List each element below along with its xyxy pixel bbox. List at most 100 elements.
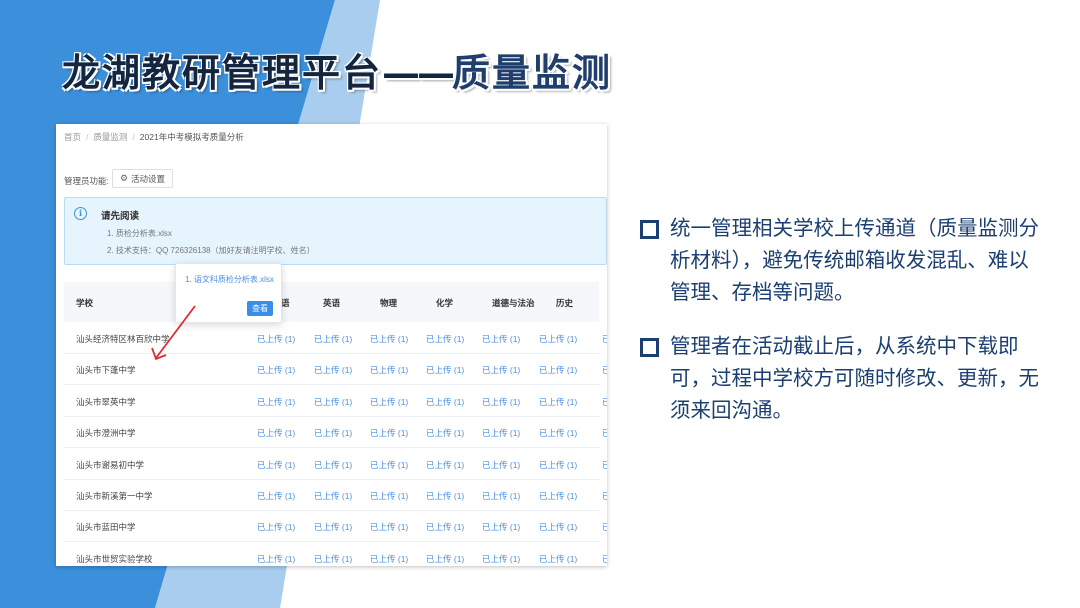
header-chinese-partial: 语: [281, 298, 290, 308]
upload-status-link[interactable]: 已上传 (1): [602, 459, 607, 471]
breadcrumb-current: 2021年中考模拟考质量分析: [139, 132, 244, 142]
upload-status-link[interactable]: 已上传 (1): [602, 364, 607, 376]
activity-settings-button[interactable]: ⚙ 活动设置: [112, 169, 173, 188]
upload-status-link[interactable]: 已上传 (1): [314, 521, 352, 533]
upload-status-link[interactable]: 已上传 (1): [257, 364, 295, 376]
upload-status-link[interactable]: 已上传 (1): [602, 521, 607, 533]
upload-status-link[interactable]: 已上传 (1): [314, 490, 352, 502]
activity-settings-label: 活动设置: [131, 173, 166, 184]
upload-status-link[interactable]: 已上传 (1): [314, 396, 352, 408]
school-name: 汕头市新溪第一中学: [76, 491, 153, 501]
red-arrow-annotation: [151, 305, 196, 361]
upload-status-link[interactable]: 已上传 (1): [539, 521, 577, 533]
upload-status-link[interactable]: 已上传 (1): [314, 333, 352, 345]
upload-status-link[interactable]: 已上传 (1): [539, 553, 577, 565]
school-name: 汕头市下蓬中学: [76, 365, 136, 376]
table-row: 汕头经济特区林百欣中学 已上传 (1) 已上传 (1) 已上传 (1) 已上传 (1) 已…: [64, 322, 607, 354]
slide-title: 龙湖教研管理平台——质量监测: [62, 42, 612, 97]
upload-status-link[interactable]: 已上传 (1): [370, 553, 408, 565]
upload-status-link[interactable]: 已上传 (1): [257, 459, 295, 471]
bullet-item: 管理者在活动截止后，从系统中下载即可，过程中学校方可随时修改、更新，无须来回沟通…: [640, 330, 1040, 426]
upload-status-link[interactable]: 已上传 (1): [482, 333, 520, 345]
school-name: 汕头市蓝田中学: [76, 522, 136, 533]
upload-status-link[interactable]: 已上传 (1): [314, 427, 352, 439]
admin-label: 管理员功能:: [64, 176, 109, 186]
upload-status-link[interactable]: 已上传 (1): [370, 427, 408, 439]
bullet-item: 统一管理相关学校上传通道（质量监测分析材料），避免传统邮箱收发混乱、难以管理、存…: [640, 212, 1040, 308]
upload-status-link[interactable]: 已上传 (1): [602, 333, 607, 345]
table-row: 汕头市翠英中学 已上传 (1) 已上传 (1) 已上传 (1) 已上传 (1) 已上传 (…: [64, 385, 607, 417]
upload-status-link[interactable]: 已上传 (1): [257, 396, 295, 408]
upload-status-link[interactable]: 已上传 (1): [257, 490, 295, 502]
upload-status-link[interactable]: 已上传 (1): [370, 364, 408, 376]
upload-status-link[interactable]: 已上传 (1): [370, 459, 408, 471]
school-name: 汕头市世贸实验学校: [76, 553, 153, 564]
title-main: 龙湖教研管理平台: [62, 50, 383, 95]
upload-status-link[interactable]: 已上传 (1): [257, 521, 295, 533]
table-row: 汕头市澄洲中学 已上传 (1) 已上传 (1) 已上传 (1) 已上传 (1) 已上传 (…: [64, 416, 607, 449]
upload-status-link[interactable]: 已上传 (1): [539, 333, 577, 345]
square-bullet-icon: [640, 338, 659, 357]
upload-status-link[interactable]: 已上传 (1): [539, 364, 577, 376]
upload-status-link[interactable]: 已上传 (1): [482, 396, 520, 408]
upload-status-link[interactable]: 已上传 (1): [370, 333, 408, 345]
platform-screenshot: 首页 / 质量监测/2021年中考模拟考质量分析 管理员功能: ⚙ 活动设置 i 请…: [56, 124, 607, 566]
table-row: 汕头市蓝田中学 已上传 (1) 已上传 (1) 已上传 (1) 已上传 (1) 已上传 (…: [64, 510, 607, 543]
school-name: 汕头市谢易初中学: [76, 459, 145, 470]
header-history: 历史: [556, 298, 574, 308]
upload-status-link[interactable]: 已上传 (1): [370, 521, 408, 533]
square-bullet-icon: [640, 220, 659, 239]
notice-title: 请先阅读: [101, 211, 140, 222]
upload-status-link[interactable]: 已上传 (1): [257, 553, 295, 565]
title-dash: ——: [382, 50, 455, 95]
upload-status-link[interactable]: 已上传 (1): [482, 364, 520, 376]
upload-status-link[interactable]: 已上传 (1): [426, 427, 464, 439]
table-row: 汕头市世贸实验学校 已上传 (1) 已上传 (1) 已上传 (1) 已上传 (1) 已上传…: [64, 542, 607, 566]
notice-line-2: 2. 技术支持：QQ 726326138（加好友请注明学校、姓名）: [107, 246, 315, 255]
view-button[interactable]: 查看: [247, 301, 273, 316]
upload-status-link[interactable]: 已上传 (1): [426, 553, 464, 565]
gear-icon: ⚙: [119, 173, 129, 183]
upload-status-link[interactable]: 已上传 (1): [602, 553, 607, 565]
upload-status-link[interactable]: 已上传 (1): [370, 490, 408, 502]
file-link[interactable]: 1. 语文科质检分析表.xlsx: [185, 274, 274, 285]
upload-status-link[interactable]: 已上传 (1): [426, 521, 464, 533]
upload-status-link[interactable]: 已上传 (1): [602, 396, 607, 408]
breadcrumb-home[interactable]: 首页: [64, 132, 81, 142]
upload-status-link[interactable]: 已上传 (1): [257, 427, 295, 439]
upload-status-link[interactable]: 已上传 (1): [426, 333, 464, 345]
upload-status-link[interactable]: 已上传 (1): [602, 427, 607, 439]
upload-status-link[interactable]: 已上传 (1): [602, 490, 607, 502]
upload-status-link[interactable]: 已上传 (1): [314, 459, 352, 471]
upload-status-link[interactable]: 已上传 (1): [257, 333, 295, 345]
school-name: 汕头市澄洲中学: [76, 428, 136, 439]
upload-status-link[interactable]: 已上传 (1): [314, 364, 352, 376]
table-row: 汕头市下蓬中学 已上传 (1) 已上传 (1) 已上传 (1) 已上传 (1) 已上传 (…: [64, 353, 607, 386]
header-school: 学校: [76, 298, 94, 308]
table-row: 汕头市谢易初中学 已上传 (1) 已上传 (1) 已上传 (1) 已上传 (1) 已上传 …: [64, 448, 607, 480]
upload-status-link[interactable]: 已上传 (1): [482, 490, 520, 502]
upload-status-link[interactable]: 已上传 (1): [482, 521, 520, 533]
breadcrumb-quality[interactable]: 质量监测: [93, 132, 127, 142]
upload-status-link[interactable]: 已上传 (1): [314, 553, 352, 565]
breadcrumb: 首页 / 质量监测/2021年中考模拟考质量分析: [64, 132, 244, 142]
table-header: 学校 语 英语 物理 化学 道德与法治 历史: [64, 282, 599, 322]
upload-status-link[interactable]: 已上传 (1): [426, 459, 464, 471]
upload-status-link[interactable]: 已上传 (1): [482, 459, 520, 471]
upload-status-link[interactable]: 已上传 (1): [426, 364, 464, 376]
upload-status-link[interactable]: 已上传 (1): [539, 490, 577, 502]
header-physics: 物理: [380, 298, 398, 308]
bullet-text-2: 管理者在活动截止后，从系统中下载即可，过程中学校方可随时修改、更新，无须来回沟通…: [670, 334, 1039, 422]
upload-status-link[interactable]: 已上传 (1): [370, 396, 408, 408]
notice-box: i 请先阅读 1. 质检分析表.xlsx 2. 技术支持：QQ 72632613…: [64, 197, 607, 265]
table-row: 汕头市新溪第一中学 已上传 (1) 已上传 (1) 已上传 (1) 已上传 (1) 已上传…: [64, 479, 607, 511]
upload-status-link[interactable]: 已上传 (1): [539, 427, 577, 439]
bullet-list: 统一管理相关学校上传通道（质量监测分析材料），避免传统邮箱收发混乱、难以管理、存…: [640, 212, 1040, 448]
upload-status-link[interactable]: 已上传 (1): [482, 427, 520, 439]
upload-status-link[interactable]: 已上传 (1): [426, 490, 464, 502]
upload-status-link[interactable]: 已上传 (1): [426, 396, 464, 408]
header-morality-law: 道德与法治: [492, 298, 535, 308]
upload-status-link[interactable]: 已上传 (1): [539, 459, 577, 471]
upload-status-link[interactable]: 已上传 (1): [539, 396, 577, 408]
upload-status-link[interactable]: 已上传 (1): [482, 553, 520, 565]
